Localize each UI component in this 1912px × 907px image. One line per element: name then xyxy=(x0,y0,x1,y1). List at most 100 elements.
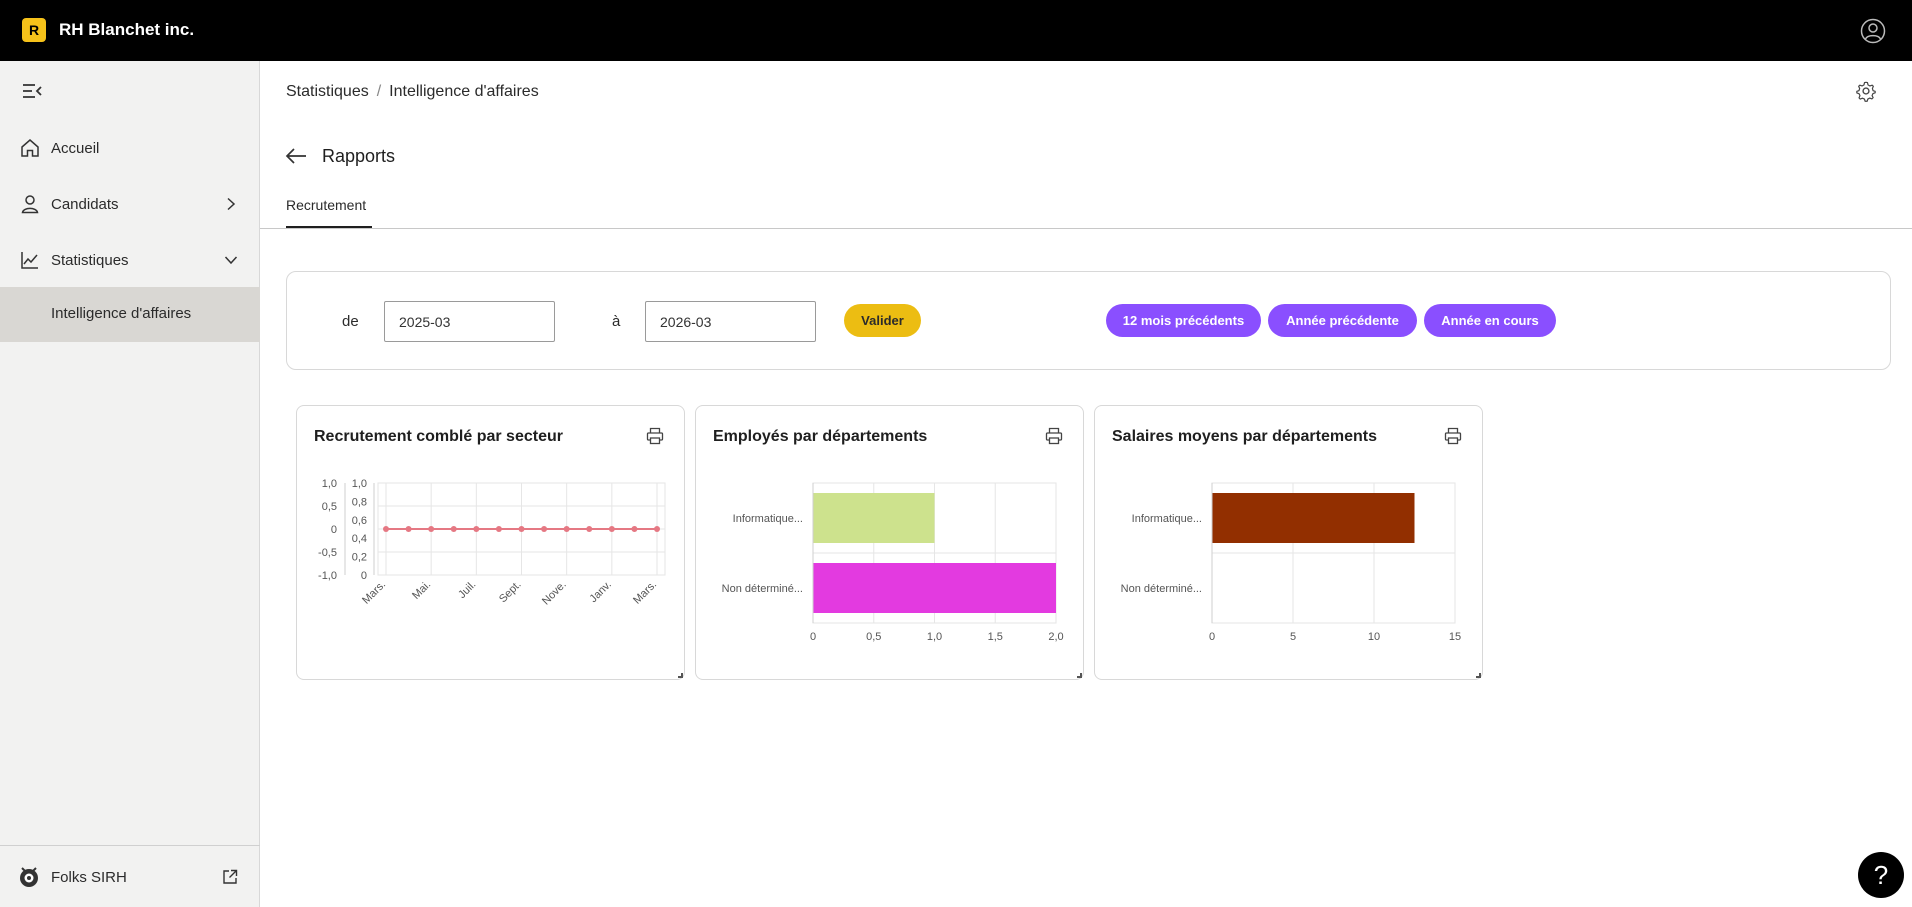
account-icon[interactable] xyxy=(1860,18,1886,44)
category-label: Informatique... xyxy=(1132,513,1202,525)
category-label: Non déterminé... xyxy=(1121,583,1202,595)
y-tick-label-left: -0,5 xyxy=(318,547,337,559)
x-tick-label: Juil. xyxy=(456,579,478,601)
breadcrumb-separator: / xyxy=(376,83,382,100)
x-tick-label: Mars. xyxy=(360,579,388,607)
print-icon[interactable] xyxy=(1444,427,1462,445)
back-arrow-icon[interactable] xyxy=(285,146,307,166)
y-tick-label-right: 0 xyxy=(361,570,367,582)
company-logo[interactable]: R xyxy=(22,18,46,42)
chart-card-recrutement-secteur: Recrutement comblé par secteur 1,0 0,5 0 -0… xyxy=(296,405,685,680)
y-tick-label-left: 1,0 xyxy=(322,478,337,490)
home-icon xyxy=(21,139,39,157)
chevron-right-icon xyxy=(227,197,236,211)
data-point xyxy=(563,526,570,532)
resize-handle[interactable] xyxy=(678,673,683,678)
person-icon xyxy=(21,195,39,214)
x-tick-label: 0 xyxy=(1209,631,1215,643)
y-tick-label-right: 1,0 xyxy=(352,478,367,490)
breadcrumb: Statistiques / Intelligence d'affaires xyxy=(286,83,539,101)
to-date-field[interactable]: 2026-03 xyxy=(645,301,816,342)
preset-12-months-button[interactable]: 12 mois précédents xyxy=(1106,304,1261,337)
sidebar: Accueil Candidats Statistiques Intellige… xyxy=(0,61,260,907)
folks-logo-icon xyxy=(20,867,38,887)
from-date-field[interactable]: 2025-03 xyxy=(384,301,555,342)
top-bar: R RH Blanchet inc. xyxy=(0,0,1912,61)
data-point xyxy=(405,526,412,532)
chart-title: Recrutement comblé par secteur xyxy=(314,428,563,445)
preset-current-year-button[interactable]: Année en cours xyxy=(1424,304,1556,337)
date-filter-card: de 2025-03 à 2026-03 Valider 12 mois pré… xyxy=(286,271,1891,370)
chevron-down-icon xyxy=(224,256,238,265)
from-label: de xyxy=(342,313,359,330)
help-button[interactable]: ? xyxy=(1858,852,1904,898)
x-tick-label: 0 xyxy=(810,631,816,643)
line-chart: 1,00,50-0,5-1,01,00,80,60,40,20Mars. Mai.… xyxy=(318,478,666,608)
y-tick-label-right: 0,2 xyxy=(352,552,367,564)
bar xyxy=(1212,493,1415,543)
x-tick-label: 1,0 xyxy=(927,631,942,643)
line-chart-icon xyxy=(21,252,38,269)
data-point xyxy=(428,526,435,532)
sidebar-item-label: Accueil xyxy=(51,139,100,157)
y-tick-label-left: 0,5 xyxy=(322,501,337,513)
print-icon[interactable] xyxy=(646,427,664,445)
tab-divider xyxy=(260,228,1912,229)
x-tick-label: 15 xyxy=(1449,631,1461,643)
data-point xyxy=(495,526,502,532)
gear-icon[interactable] xyxy=(1855,80,1877,102)
page-title: Rapports xyxy=(322,146,396,166)
bar xyxy=(813,563,1056,613)
sidebar-item-label: Statistiques xyxy=(51,251,129,269)
x-tick-label: 5 xyxy=(1290,631,1296,643)
preset-previous-year-button[interactable]: Année précédente xyxy=(1268,304,1417,337)
data-point xyxy=(654,526,660,532)
chart-card-salaires-departements: Salaires moyens par départements 0 5 10 15 I… xyxy=(1094,405,1483,680)
x-tick-label: Mai. xyxy=(410,579,433,602)
x-tick-label: 10 xyxy=(1368,631,1380,643)
breadcrumb-parent[interactable]: Statistiques xyxy=(286,83,369,100)
breadcrumb-current: Intelligence d'affaires xyxy=(389,83,539,100)
to-label: à xyxy=(612,313,621,330)
sidebar-item-intelligence-affaires[interactable]: Intelligence d'affaires xyxy=(0,287,260,342)
y-tick-label-left: 0 xyxy=(331,524,337,536)
chart-title: Salaires moyens par départements xyxy=(1112,428,1378,445)
x-tick-label: 1,5 xyxy=(988,631,1003,643)
sidebar-item-label: Intelligence d'affaires xyxy=(51,305,192,322)
bar-chart: 0 5 10 15 Informatique... Non déterminé... xyxy=(1121,482,1461,643)
sidebar-item-accueil[interactable]: Accueil xyxy=(0,122,260,174)
y-tick-label-left: -1,0 xyxy=(318,570,337,582)
print-icon[interactable] xyxy=(1045,427,1063,445)
data-point xyxy=(383,526,389,532)
collapse-menu-icon[interactable] xyxy=(21,82,43,100)
folks-sirh-link: Folks SIRH xyxy=(51,869,127,886)
x-tick-label: 0,5 xyxy=(866,631,881,643)
x-tick-label: Nove. xyxy=(540,579,569,608)
data-point xyxy=(518,526,525,532)
sidebar-item-candidats[interactable]: Candidats xyxy=(0,178,260,230)
x-tick-label: Mars. xyxy=(631,579,659,607)
y-tick-label-right: 0,6 xyxy=(352,515,367,527)
sidebar-footer[interactable]: Folks SIRH xyxy=(0,845,260,907)
data-point xyxy=(608,526,615,532)
sidebar-item-statistiques[interactable]: Statistiques xyxy=(0,234,260,286)
company-name[interactable]: RH Blanchet inc. xyxy=(59,20,194,40)
external-link-icon[interactable] xyxy=(222,869,238,885)
x-tick-label: Sept. xyxy=(497,579,524,606)
resize-handle[interactable] xyxy=(1077,673,1082,678)
data-point xyxy=(631,526,638,532)
data-point xyxy=(541,526,548,532)
resize-handle[interactable] xyxy=(1476,673,1481,678)
tab-recrutement[interactable]: Recrutement xyxy=(286,197,366,213)
y-tick-label-right: 0,4 xyxy=(352,533,367,545)
chart-card-employes-departements: Employés par départements 0 0,5 1,0 1,5 2,0 I… xyxy=(695,405,1084,680)
validate-button[interactable]: Valider xyxy=(844,304,921,337)
x-tick-label: Janv. xyxy=(587,579,614,606)
y-tick-label-right: 0,8 xyxy=(352,496,367,508)
category-label: Informatique... xyxy=(733,513,803,525)
category-label: Non déterminé... xyxy=(722,583,803,595)
bar xyxy=(813,493,935,543)
data-point xyxy=(450,526,457,532)
data-point xyxy=(586,526,593,532)
sidebar-item-label: Candidats xyxy=(51,195,119,213)
